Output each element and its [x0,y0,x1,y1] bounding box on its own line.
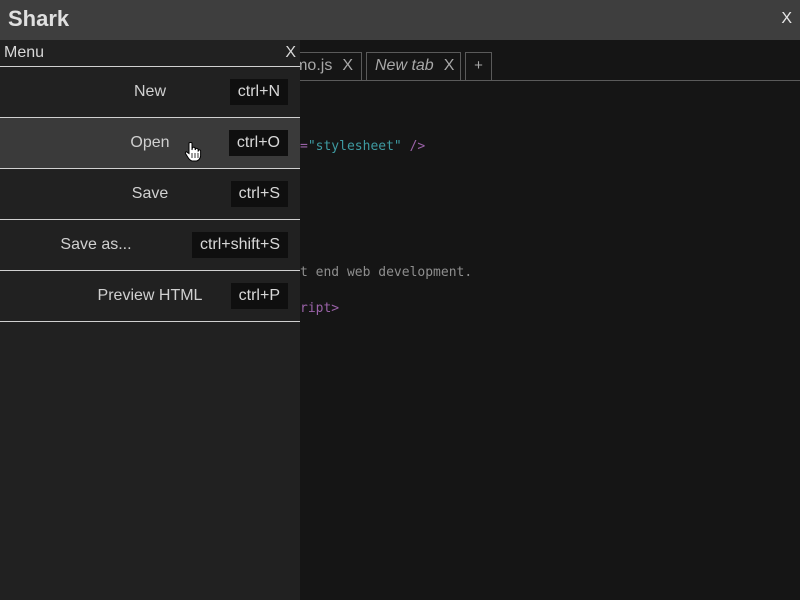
code-token: /> [401,139,426,154]
shortcut-badge: ctrl+N [229,79,288,105]
tab-label: New tab [375,57,434,74]
menu-item-preview-html[interactable]: Preview HTML ctrl+P [0,271,300,322]
code-token: = [300,139,308,154]
menu-panel: Menu X New ctrl+N Open ctrl+O Save ctrl+… [0,40,300,600]
code-string-token: "stylesheet" [307,139,402,154]
menu-item-open[interactable]: Open ctrl+O [0,118,300,169]
code-line: t end web development. [300,265,473,280]
add-tab-button[interactable]: + [465,52,492,80]
menu-header: Menu X [0,40,300,67]
menu-item-save-as[interactable]: Save as... ctrl+shift+S [0,220,300,271]
shortcut-badge: ctrl+O [228,130,288,156]
shortcut-badge: ctrl+S [230,181,288,207]
app-close-button[interactable]: X [781,10,792,28]
menu-item-label: Save as... [60,236,132,253]
tab-close-button[interactable]: X [342,57,353,74]
shortcut-badge: ctrl+shift+S [191,232,288,258]
code-line: ="stylesheet" /> [300,139,425,154]
tab-new-tab[interactable]: New tab X [366,52,461,80]
menu-item-new[interactable]: New ctrl+N [0,67,300,118]
code-line: ript> [300,301,340,316]
menu-title: Menu [4,44,45,61]
menu-item-save[interactable]: Save ctrl+S [0,169,300,220]
menu-close-button[interactable]: X [285,44,296,62]
title-bar: Shark X [0,0,800,40]
app-title: Shark [8,6,70,31]
tab-close-button[interactable]: X [444,57,455,74]
shortcut-badge: ctrl+P [230,283,288,309]
hand-pointer-icon [184,142,202,162]
